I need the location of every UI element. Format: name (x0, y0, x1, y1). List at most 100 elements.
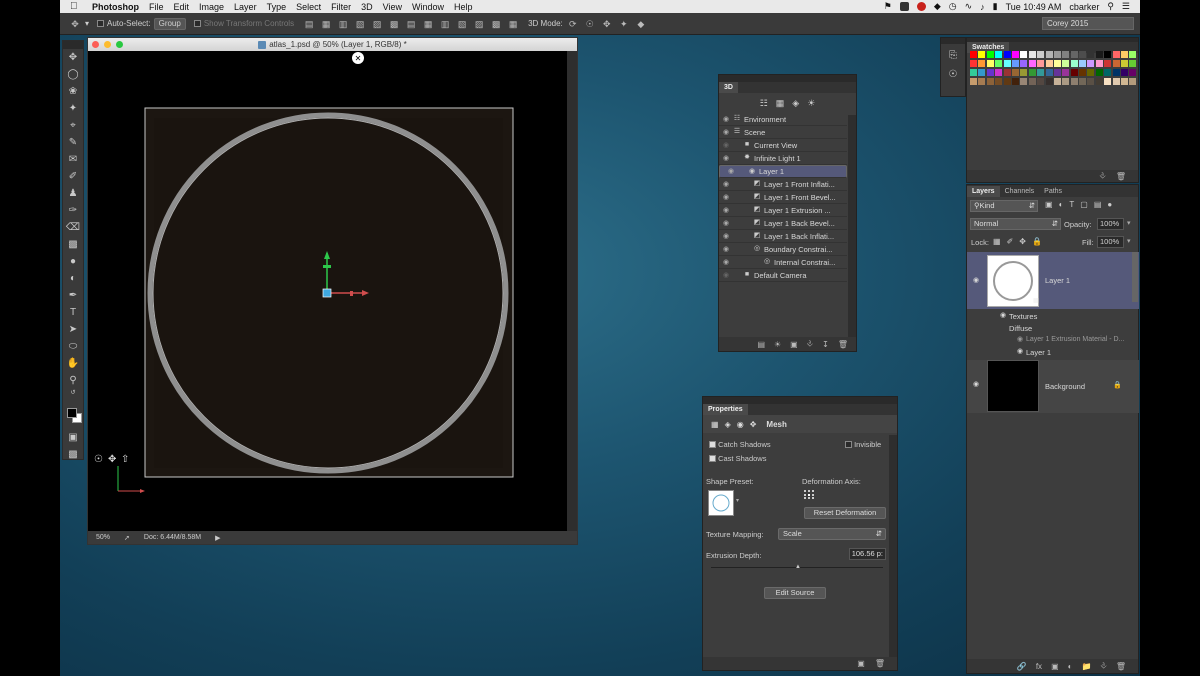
diffuse-material-row[interactable]: ◉ Layer 1 Extrusion Material - D... (967, 335, 1139, 347)
doc-info[interactable]: Doc: 6.44M/8.58M (144, 534, 201, 541)
3d-scale-icon[interactable]: ◆ (636, 19, 646, 29)
diffuse-layer-row[interactable]: ◉ Layer 1 (967, 347, 1139, 359)
color-swatch[interactable] (1079, 69, 1087, 76)
color-swatch[interactable] (1070, 51, 1078, 58)
battery-icon[interactable]: ▮ (993, 1, 998, 12)
diffuse-material-eye-icon[interactable]: ◉ (1017, 335, 1023, 343)
color-swatch[interactable] (1070, 69, 1078, 76)
color-swatch[interactable] (995, 51, 1003, 58)
status-menu-icon[interactable]: ▶ (215, 534, 220, 542)
menu-type[interactable]: Type (267, 2, 287, 12)
eraser-tool-icon[interactable]: ⌫ (63, 219, 83, 236)
clock[interactable]: Tue 10:49 AM (1006, 2, 1062, 12)
color-swatch[interactable] (1121, 69, 1129, 76)
type-filter-icon[interactable]: T (1069, 200, 1074, 209)
crop-tool-icon[interactable]: ⌖ (63, 117, 83, 134)
tab-channels[interactable]: Channels (1000, 188, 1040, 195)
color-swatch[interactable] (1028, 51, 1036, 58)
texture-mapping-dropdown[interactable]: Scale ⇵ (778, 528, 886, 540)
pixel-filter-icon[interactable]: ▣ (1045, 200, 1053, 209)
menu-select[interactable]: Select (296, 2, 321, 12)
color-swatch[interactable] (1062, 60, 1070, 67)
invisible-checkbox[interactable] (845, 441, 852, 448)
color-swatch[interactable] (1011, 69, 1019, 76)
color-swatch[interactable] (1037, 78, 1045, 85)
align-right-icon[interactable]: ▩ (389, 19, 399, 29)
color-swatch[interactable] (978, 60, 986, 67)
color-swatch[interactable] (1037, 69, 1045, 76)
libraries-icon[interactable]: ☉ (941, 69, 965, 80)
shape-tool-icon[interactable]: ⬭ (63, 338, 83, 355)
color-swatch[interactable] (1087, 51, 1095, 58)
shape-filter-icon[interactable]: ▢ (1080, 200, 1088, 209)
color-swatch[interactable] (970, 78, 977, 85)
color-swatch[interactable] (986, 78, 994, 85)
color-swatch[interactable] (1045, 51, 1053, 58)
layer-style-icon[interactable]: fx (1036, 662, 1042, 671)
toggle-ground-icon[interactable]: ▣ (790, 340, 798, 349)
properties-delete-icon[interactable]: 🗑 (875, 659, 885, 668)
link-layers-icon[interactable]: 🔗 (1017, 662, 1027, 671)
color-swatch[interactable] (1028, 78, 1036, 85)
color-swatch[interactable] (1112, 69, 1120, 76)
color-swatch[interactable] (1053, 51, 1061, 58)
distribute-hcenter-icon[interactable]: ▨ (474, 19, 484, 29)
extrusion-depth-slider-thumb[interactable]: ▲ (795, 564, 801, 570)
tab-layers[interactable]: Layers (967, 185, 1000, 197)
dodge-tool-icon[interactable]: ◐ (63, 270, 83, 287)
align-bottom-icon[interactable]: ▥ (338, 19, 348, 29)
show-transform[interactable]: Show Transform Controls (193, 19, 294, 28)
textures-eye-icon[interactable]: ◉ (1000, 311, 1006, 319)
background-eye-icon[interactable]: ◉ (973, 380, 979, 388)
time-machine-icon[interactable]: ◷ (949, 1, 957, 12)
tab-paths[interactable]: Paths (1039, 188, 1067, 195)
opacity-input[interactable]: 100% (1097, 218, 1124, 230)
creative-cloud-icon[interactable] (916, 2, 926, 11)
color-swatch[interactable] (1129, 78, 1137, 85)
layers-scrollbar[interactable] (1132, 252, 1138, 302)
catch-shadows-row[interactable]: Catch Shadows (709, 440, 771, 449)
3d-scene-row[interactable]: ◉ ■ Current View (719, 139, 847, 152)
color-swatch[interactable] (1045, 69, 1053, 76)
color-swatch[interactable] (1121, 78, 1129, 85)
3d-slide-icon[interactable]: ✦ (619, 19, 629, 29)
layer-filter-kind[interactable]: ⚲Kind ⇵ (970, 200, 1038, 212)
color-swatch[interactable] (1011, 60, 1019, 67)
brush-tool-icon[interactable]: ✐ (63, 168, 83, 185)
document-canvas[interactable]: ✕ ☉ ✥ ⇧ (88, 51, 568, 532)
3d-scene-row[interactable]: ◉ ◩ Layer 1 Back Inflati... (719, 230, 847, 243)
auto-align-icon[interactable]: ▦ (508, 19, 518, 29)
color-swatch[interactable] (1112, 60, 1120, 67)
color-swatch[interactable] (995, 78, 1003, 85)
lock-transparent-icon[interactable]: ▦ (993, 237, 1001, 246)
catch-shadows-checkbox[interactable] (709, 441, 716, 448)
user-name[interactable]: cbarker (1069, 2, 1099, 12)
lock-all-icon[interactable]: 🔒 (1032, 237, 1042, 246)
adjustment-filter-icon[interactable]: ◐ (1059, 200, 1064, 209)
new-swatch-icon[interactable]: ⎀ (1099, 171, 1105, 181)
menu-window[interactable]: Window (412, 2, 444, 12)
add-light-icon[interactable]: ☀ (774, 340, 781, 349)
color-swatch[interactable] (1104, 78, 1112, 85)
visibility-eye-icon[interactable]: ◉ (719, 193, 733, 201)
shape-preset-thumbnail[interactable] (708, 490, 734, 516)
materials-filter-icon[interactable]: ◈ (792, 98, 799, 109)
lock-image-icon[interactable]: ✐ (1007, 237, 1014, 246)
shape-preset-dropdown-icon[interactable]: ▾ (736, 497, 739, 504)
3d-scene-row[interactable]: ◉ ◩ Layer 1 Front Inflati... (719, 178, 847, 191)
align-hcenter-icon[interactable]: ▨ (372, 19, 382, 29)
color-swatch[interactable] (1087, 78, 1095, 85)
zoom-window-icon[interactable] (116, 41, 123, 48)
wifi-icon[interactable]: ∿ (965, 1, 973, 12)
marquee-tool-icon[interactable]: ◯ (63, 66, 83, 83)
properties-scrollbar[interactable] (889, 435, 897, 657)
cap-mode-icon[interactable]: ◉ (737, 420, 744, 429)
history-brush-tool-icon[interactable]: ✑ (63, 202, 83, 219)
invisible-row[interactable]: Invisible (845, 440, 881, 449)
3d-scene-row[interactable]: ◉ ◉ Layer 1 (719, 165, 847, 178)
hand-tool-icon[interactable]: ✋ (63, 355, 83, 372)
3d-scene-row[interactable]: ◉ ✸ Infinite Light 1 (719, 152, 847, 165)
new-object-icon[interactable]: ⎀ (807, 339, 813, 349)
color-swatch[interactable] (1087, 69, 1095, 76)
auto-select-checkbox[interactable] (97, 20, 105, 27)
